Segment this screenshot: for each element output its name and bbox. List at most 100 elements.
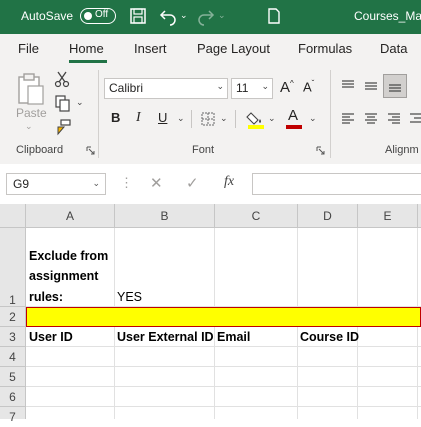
underline-dropdown-icon[interactable]: ⌄ — [177, 113, 185, 124]
font-size-dropdown-icon[interactable]: ⌄ — [261, 81, 269, 92]
paste-icon[interactable] — [16, 72, 46, 106]
undo-dropdown-icon[interactable]: ⌄ — [180, 10, 188, 21]
italic-button[interactable]: I — [136, 110, 141, 126]
active-tab-indicator — [69, 60, 107, 63]
row-header-3[interactable]: 3 — [0, 327, 26, 347]
paste-dropdown-icon[interactable]: ⌄ — [25, 121, 33, 132]
font-launcher-icon[interactable] — [316, 146, 325, 155]
cell-b1[interactable]: YES — [117, 290, 142, 304]
autosave-state: Off — [95, 9, 109, 20]
clipboard-group-label: Clipboard — [16, 144, 64, 156]
name-box-value: G9 — [13, 177, 30, 191]
font-name-value: Calibri — [109, 81, 144, 95]
align-bottom-icon — [389, 84, 401, 92]
column-header-d[interactable]: D — [298, 204, 358, 228]
cell-d3[interactable]: Course ID — [300, 330, 359, 344]
cell-a3[interactable]: User ID — [29, 330, 73, 344]
tab-formulas[interactable]: Formulas — [298, 41, 352, 56]
divider — [191, 110, 192, 128]
document-title: Courses_Mas — [354, 9, 421, 23]
row-header-4[interactable]: 4 — [0, 347, 26, 367]
divider — [98, 70, 99, 158]
align-center-icon[interactable] — [363, 111, 379, 127]
row-header-7[interactable]: 7 — [0, 407, 26, 424]
font-size-combo[interactable]: 11 ⌄ — [231, 78, 273, 99]
gridline — [26, 406, 421, 407]
autosave-toggle[interactable]: Off — [80, 8, 116, 24]
row-header-1[interactable]: 1 — [0, 228, 26, 307]
gridline — [26, 386, 421, 387]
font-group-label: Font — [192, 144, 215, 156]
insert-function-icon[interactable]: fx — [224, 174, 234, 190]
align-middle-icon[interactable] — [363, 78, 379, 94]
undo-icon[interactable] — [158, 6, 178, 26]
underline-button[interactable]: U — [158, 110, 167, 125]
borders-dropdown-icon[interactable]: ⌄ — [220, 113, 228, 124]
cell-c3[interactable]: Email — [217, 330, 250, 344]
column-header-e[interactable]: E — [358, 204, 418, 228]
cell-a1-line1[interactable]: Exclude from — [29, 249, 108, 263]
decrease-indent-icon[interactable] — [408, 111, 421, 127]
shrink-font-button[interactable]: Aˇ — [303, 79, 314, 94]
cell-b3[interactable]: User External ID — [117, 330, 215, 344]
name-box-dropdown-icon[interactable]: ⌄ — [92, 178, 100, 189]
select-all-corner[interactable] — [0, 204, 26, 228]
divider — [330, 70, 331, 158]
font-size-value: 11 — [236, 81, 249, 95]
title-bar: AutoSave Off ⌄ ⌄ Courses_Mas — [0, 0, 421, 34]
cell-a1-line3[interactable]: rules: — [29, 290, 63, 304]
copy-icon[interactable] — [54, 94, 72, 112]
enter-icon[interactable]: ✓ — [186, 174, 199, 192]
tab-page-layout[interactable]: Page Layout — [197, 41, 270, 56]
name-box[interactable]: G9 ⌄ — [6, 173, 106, 195]
tab-file[interactable]: File — [18, 41, 39, 56]
save-icon[interactable] — [128, 6, 148, 26]
font-color-dropdown-icon[interactable]: ⌄ — [309, 113, 317, 124]
tab-home[interactable]: Home — [69, 41, 104, 56]
align-right-icon[interactable] — [386, 111, 402, 127]
ribbon: Paste ⌄ ⌄ Clipboard Calibri ⌄ 11 ⌄ A^ Aˇ… — [0, 64, 421, 165]
row-header-6[interactable]: 6 — [0, 387, 26, 407]
alignment-group-label: Alignm — [385, 144, 419, 156]
autosave-label: AutoSave — [21, 9, 74, 23]
formula-input[interactable] — [252, 173, 421, 195]
cut-icon[interactable] — [54, 70, 70, 88]
grow-font-button[interactable]: A^ — [280, 79, 294, 96]
row-header-2[interactable]: 2 — [0, 307, 26, 327]
align-left-icon[interactable] — [340, 111, 356, 127]
new-document-icon[interactable] — [264, 6, 284, 26]
format-painter-icon[interactable] — [54, 118, 72, 136]
column-header-a[interactable]: A — [26, 204, 115, 228]
font-color-button[interactable]: A — [288, 107, 298, 124]
align-top-icon[interactable] — [340, 78, 356, 94]
copy-dropdown-icon[interactable]: ⌄ — [76, 97, 84, 108]
clipboard-launcher-icon[interactable] — [86, 146, 95, 155]
font-name-dropdown-icon[interactable]: ⌄ — [216, 81, 224, 92]
tab-insert[interactable]: Insert — [134, 41, 167, 56]
grow-font-glyph: A — [280, 79, 291, 96]
font-color-swatch — [286, 125, 302, 129]
formula-bar: G9 ⌄ ⋮ ✕ ✓ fx — [0, 164, 421, 204]
gridline — [26, 366, 421, 367]
row-header-5[interactable]: 5 — [0, 367, 26, 387]
column-header-c[interactable]: C — [215, 204, 298, 228]
redo-dropdown-icon[interactable]: ⌄ — [218, 10, 226, 21]
cancel-icon[interactable]: ✕ — [150, 174, 163, 192]
align-bottom-button[interactable] — [383, 74, 407, 98]
highlighted-row-2[interactable] — [26, 307, 421, 327]
tab-data[interactable]: Data — [380, 41, 407, 56]
gridline — [26, 346, 421, 347]
borders-icon[interactable] — [200, 111, 216, 127]
worksheet-grid[interactable]: A B C D E 1 2 3 4 5 6 7 Exclude from ass… — [0, 204, 421, 424]
formula-bar-grip-icon[interactable]: ⋮ — [120, 175, 133, 191]
paste-label[interactable]: Paste — [16, 106, 47, 120]
ribbon-tabs: File Home Insert Page Layout Formulas Da… — [0, 34, 421, 64]
redo-icon[interactable] — [196, 6, 216, 26]
font-name-combo[interactable]: Calibri ⌄ — [104, 78, 228, 99]
fill-color-icon[interactable] — [246, 109, 266, 129]
bold-button[interactable]: B — [111, 110, 120, 125]
toggle-knob — [84, 11, 92, 20]
cell-a1-line2[interactable]: assignment — [29, 269, 98, 283]
fill-color-dropdown-icon[interactable]: ⌄ — [268, 113, 276, 124]
column-header-b[interactable]: B — [115, 204, 215, 228]
